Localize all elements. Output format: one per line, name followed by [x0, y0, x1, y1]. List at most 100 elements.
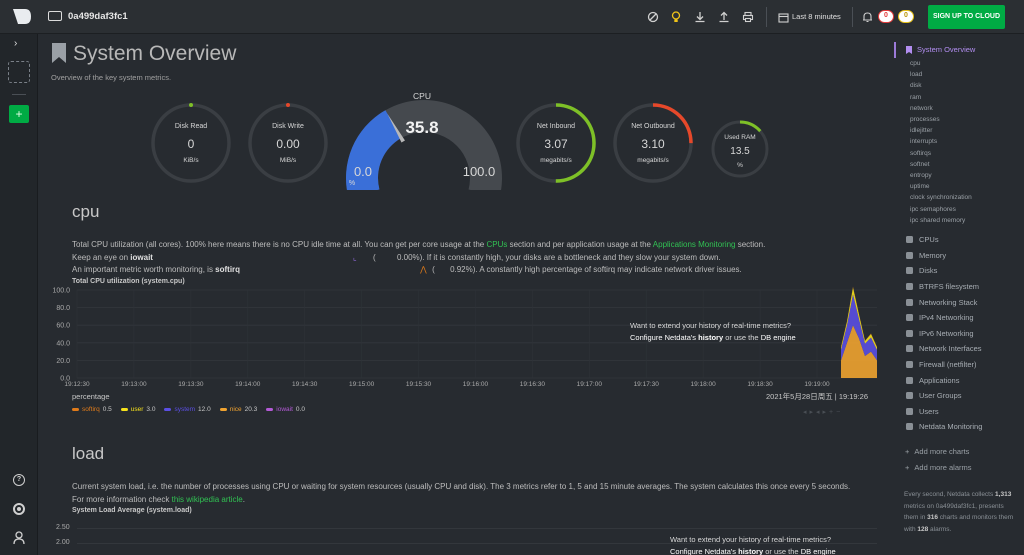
y-tick-label: 100.0 — [52, 288, 70, 295]
space-placeholder[interactable] — [8, 61, 30, 83]
nav-sub-item[interactable]: uptime — [910, 181, 972, 192]
gauge-disk-write[interactable]: Disk Write 0.00 MiB/s — [246, 101, 330, 185]
lightbulb-icon[interactable] — [668, 9, 684, 25]
x-tick-label: 19:17:30 — [634, 381, 660, 388]
legend-swatch — [72, 408, 79, 411]
gauge-unit: KiB/s — [183, 157, 199, 164]
load-description: Current system load, i.e. the number of … — [72, 482, 851, 504]
upload-icon[interactable] — [716, 9, 732, 25]
cpu-gauge-min: 0.0 — [353, 164, 373, 179]
nav-sub-item[interactable]: entropy — [910, 170, 972, 181]
legend-item[interactable]: nice 20.3 — [219, 406, 257, 413]
x-tick-label: 19:18:30 — [747, 381, 773, 388]
gauge-used-ram[interactable]: Used RAM 13.5 % — [710, 119, 770, 179]
calendar-icon[interactable] — [775, 9, 791, 25]
iowait-sparkline: ⌞ — [352, 252, 357, 262]
nav-sub-item[interactable]: interrupts — [910, 136, 972, 147]
print-icon[interactable] — [740, 9, 756, 25]
wikipedia-link[interactable]: this wikipedia article — [172, 495, 243, 504]
nav-sub-item[interactable]: cpu — [910, 58, 972, 69]
nav-sub-item[interactable]: softirqs — [910, 148, 972, 159]
settings-icon[interactable] — [13, 503, 25, 515]
nav-item[interactable]: IPv6 Networking — [905, 326, 982, 342]
signup-button[interactable]: SIGN UP TO CLOUD — [928, 5, 1005, 29]
chart-nav-controls[interactable]: ◂▸◂▸+− — [803, 408, 843, 416]
nav-sub-item[interactable]: processes — [910, 114, 972, 125]
load-axis-tick: 2.50 — [56, 524, 70, 531]
gauge-value: 3.07 — [544, 137, 568, 151]
nav-sub-item[interactable]: disk — [910, 80, 972, 91]
load-axis-tick: 2.00 — [56, 539, 70, 546]
history-link[interactable]: history — [698, 333, 723, 342]
gauge-cpu[interactable]: CPU 35.8 0.0 % 100.0 — [345, 90, 503, 198]
nav-sub-item[interactable]: ram — [910, 92, 972, 103]
user-icon[interactable] — [13, 531, 25, 545]
legend-item[interactable]: iowait 0.0 — [266, 406, 305, 413]
nav-item[interactable]: BTRFS filesystem — [905, 279, 982, 295]
gauge-net-outbound[interactable]: Net Outbound 3.10 megabits/s — [611, 101, 695, 185]
nav-item[interactable]: IPv4 Networking — [905, 310, 982, 326]
nav-item[interactable]: Firewall (netfilter) — [905, 357, 982, 373]
netdata-logo[interactable] — [12, 8, 32, 25]
nav-sub-item[interactable]: load — [910, 69, 972, 80]
nav-item[interactable]: Disks — [905, 263, 982, 279]
nav-sub-item[interactable]: ipc semaphores — [910, 204, 972, 215]
nav-sub-item[interactable]: softnet — [910, 159, 972, 170]
divider — [12, 94, 26, 95]
download-icon[interactable] — [692, 9, 708, 25]
nav-sub-item[interactable]: idlejitter — [910, 125, 972, 136]
chart-legend: softirq 0.5 user 3.0 system 12.0 nice 20.3 iowai… — [72, 406, 305, 413]
memory-icon — [905, 251, 914, 260]
gauge-net-inbound[interactable]: Net Inbound 3.07 megabits/s — [514, 101, 598, 185]
apps-icon — [905, 376, 914, 385]
alarm-badge-critical[interactable]: 0 — [878, 10, 894, 23]
cloud-icon — [905, 298, 914, 307]
nav-sub-item[interactable]: network — [910, 103, 972, 114]
users-icon — [905, 391, 914, 400]
nav-sub-item[interactable]: ipc shared memory — [910, 215, 972, 226]
chart-icon — [905, 422, 914, 431]
gauge-label: Disk Read — [174, 123, 208, 130]
nav-sub-item[interactable]: clock synchronization — [910, 192, 972, 203]
y-tick-label: 20.0 — [56, 358, 70, 365]
alarm-badge-warning[interactable]: 0 — [898, 10, 914, 23]
x-tick-label: 19:13:30 — [178, 381, 204, 388]
apps-link[interactable]: Applications Monitoring — [653, 240, 736, 249]
gauge-unit: megabits/s — [637, 157, 669, 164]
nav-item[interactable]: User Groups — [905, 388, 982, 404]
gauge-unit: MiB/s — [279, 157, 297, 164]
add-alarms-link[interactable]: + Add more alarms — [905, 460, 972, 476]
legend-item[interactable]: user 3.0 — [120, 406, 155, 413]
sync-icon[interactable] — [645, 9, 661, 25]
history-link[interactable]: history — [738, 547, 763, 555]
x-tick-label: 19:15:00 — [349, 381, 375, 388]
nav-main-list: CPUs Memory Disks BTRFS filesystem Networkin… — [905, 232, 982, 435]
y-tick-label: 60.0 — [56, 323, 70, 330]
timeframe-picker[interactable]: Last 8 minutes — [792, 12, 841, 21]
nav-sub-list: cpu load disk ram network processes idlejitter… — [910, 58, 972, 226]
nav-item[interactable]: Network Interfaces — [905, 341, 982, 357]
x-tick-label: 19:15:30 — [406, 381, 432, 388]
gauge-disk-read[interactable]: Disk Read 0 KiB/s — [149, 101, 233, 185]
nav-item[interactable]: CPUs — [905, 232, 982, 248]
chevron-right-icon[interactable]: › — [14, 38, 17, 49]
cpus-link[interactable]: CPUs — [486, 240, 507, 249]
bookmark-icon — [906, 45, 912, 54]
legend-item[interactable]: softirq 0.5 — [72, 406, 112, 413]
gauge-label: Disk Write — [272, 123, 304, 130]
hostname[interactable]: 0a499daf3fc1 — [68, 11, 128, 22]
db-engine-link[interactable]: DB engine — [761, 333, 796, 342]
nav-item[interactable]: Users — [905, 404, 982, 420]
add-space-button[interactable]: + — [9, 105, 29, 123]
gauge-unit: % — [737, 162, 743, 169]
db-engine-link[interactable]: DB engine — [801, 547, 836, 555]
nav-item[interactable]: Memory — [905, 248, 982, 264]
bell-icon[interactable] — [859, 9, 875, 25]
nav-item[interactable]: Applications — [905, 372, 982, 388]
nav-item[interactable]: Networking Stack — [905, 294, 982, 310]
nav-item-system-overview[interactable]: System Overview — [906, 45, 975, 54]
legend-item[interactable]: system 12.0 — [164, 406, 211, 413]
nav-item[interactable]: Netdata Monitoring — [905, 419, 982, 435]
add-charts-link[interactable]: + Add more charts — [905, 444, 969, 460]
help-icon[interactable]: ? — [13, 474, 25, 486]
